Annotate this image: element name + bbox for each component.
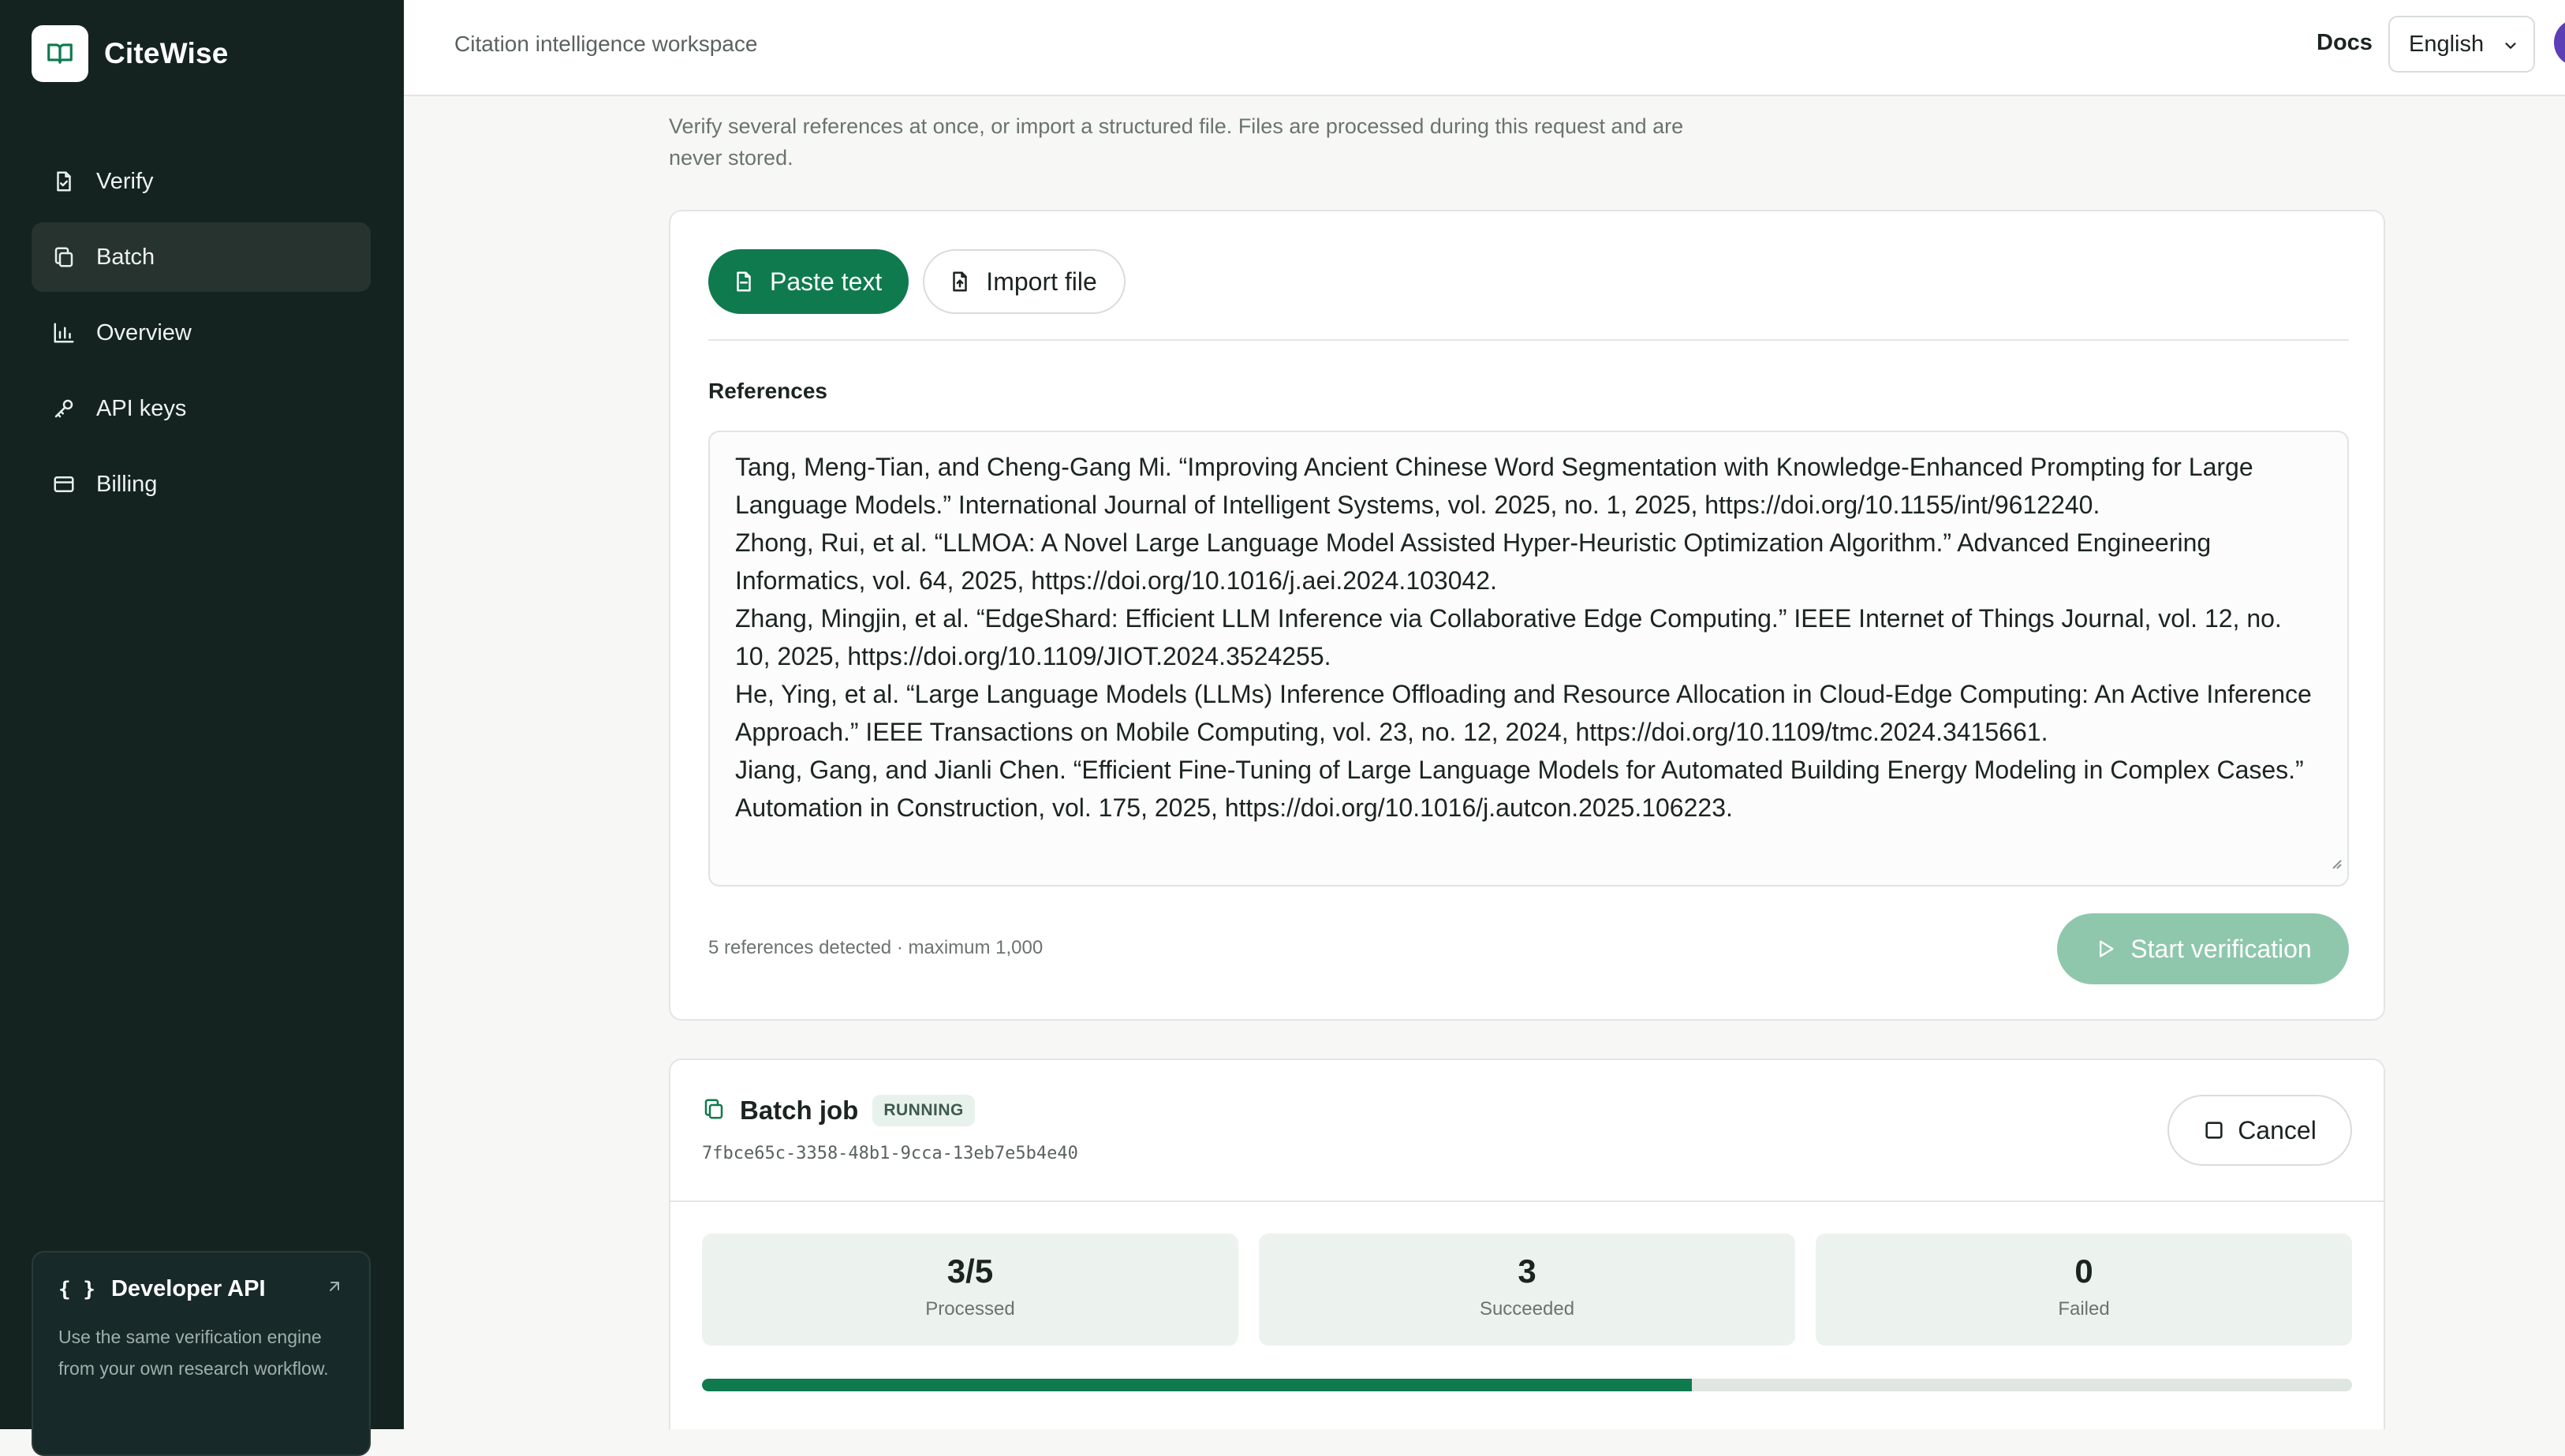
- copy-icon: [702, 1097, 726, 1125]
- stat-value: 3/5: [946, 1253, 994, 1290]
- tab-label: Paste text: [770, 267, 883, 296]
- progress-fill: [702, 1379, 1693, 1391]
- chevron-down-icon: [2502, 35, 2519, 61]
- sidebar: CiteWise Verify Batch Overview API keys: [0, 0, 404, 1456]
- language-value: English: [2409, 31, 2485, 57]
- key-icon: [50, 395, 77, 422]
- developer-api-card[interactable]: { } Developer API Use the same verificat…: [32, 1251, 371, 1456]
- references-label: References: [708, 379, 827, 403]
- sidebar-item-overview[interactable]: Overview: [32, 298, 371, 368]
- sidebar-item-label: Batch: [96, 244, 155, 270]
- credit-card-icon: [50, 471, 77, 498]
- job-header: Batch job RUNNING: [702, 1095, 975, 1126]
- stat-failed: 0 Failed: [1816, 1234, 2352, 1346]
- tab-paste-text[interactable]: Paste text: [708, 249, 909, 314]
- avatar[interactable]: [2554, 19, 2565, 66]
- progress-bar: [702, 1379, 2352, 1391]
- docs-link[interactable]: Docs: [2317, 30, 2373, 56]
- reference-line: He, Ying, et al. “Large Language Models …: [735, 680, 2312, 746]
- clipboard-icon: [732, 270, 756, 293]
- stat-value: 0: [2074, 1253, 2093, 1290]
- resize-handle-icon[interactable]: [2328, 842, 2343, 880]
- language-select[interactable]: English: [2388, 16, 2535, 73]
- sidebar-item-label: API keys: [96, 395, 187, 421]
- status-badge: RUNNING: [872, 1095, 975, 1126]
- batch-job-card: Batch job RUNNING 7fbce65c-3358-48b1-9cc…: [669, 1058, 2385, 1429]
- stat-value: 3: [1518, 1253, 1536, 1290]
- input-mode-tabs: Paste text Import file: [708, 249, 1140, 314]
- start-verification-button[interactable]: Start verification: [2057, 913, 2349, 984]
- stat-succeeded: 3 Succeeded: [1259, 1234, 1795, 1346]
- stat-label: Processed: [925, 1298, 1015, 1320]
- sidebar-item-batch[interactable]: Batch: [32, 222, 371, 292]
- workspace-title: Citation intelligence workspace: [454, 32, 758, 56]
- document-check-icon: [50, 168, 77, 195]
- sidebar-item-api-keys[interactable]: API keys: [32, 374, 371, 443]
- sidebar-item-label: Overview: [96, 319, 192, 345]
- job-id: 7fbce65c-3358-48b1-9cca-13eb7e5b4e40: [702, 1144, 1078, 1163]
- file-upload-icon: [948, 270, 972, 293]
- external-link-icon[interactable]: [325, 1277, 344, 1301]
- references-textarea[interactable]: Tang, Meng-Tian, and Cheng-Gang Mi. “Imp…: [708, 431, 2349, 887]
- stat-label: Failed: [2058, 1298, 2110, 1320]
- batch-input-card: Paste text Import file References Tang, …: [669, 210, 2385, 1021]
- bar-chart-icon: [50, 319, 77, 346]
- cancel-label: Cancel: [2238, 1115, 2317, 1144]
- stat-label: Succeeded: [1479, 1298, 1575, 1320]
- sidebar-item-verify[interactable]: Verify: [32, 147, 371, 216]
- stop-square-icon: [2203, 1119, 2225, 1141]
- sidebar-nav: Verify Batch Overview API keys Billing: [32, 147, 371, 525]
- copy-icon: [50, 244, 77, 271]
- reference-line: Tang, Meng-Tian, and Cheng-Gang Mi. “Imp…: [735, 453, 2253, 519]
- job-title: Batch job: [740, 1096, 859, 1125]
- brand[interactable]: CiteWise: [32, 25, 229, 82]
- page-subtitle: Verify several references at once, or im…: [669, 114, 1684, 170]
- developer-api-title: Developer API: [110, 1276, 266, 1301]
- divider: [670, 1200, 2384, 1202]
- sidebar-item-label: Verify: [96, 168, 154, 194]
- reference-line: Jiang, Gang, and Jianli Chen. “Efficient…: [735, 756, 2304, 822]
- tab-import-file[interactable]: Import file: [923, 249, 1126, 314]
- braces-icon: { }: [58, 1277, 95, 1301]
- start-verification-label: Start verification: [2130, 934, 2312, 963]
- stat-processed: 3/5 Processed: [702, 1234, 1238, 1346]
- brand-name: CiteWise: [104, 37, 229, 69]
- developer-api-description: Use the same verification engine from yo…: [58, 1327, 329, 1379]
- divider: [708, 339, 2349, 341]
- top-bar: Citation intelligence workspace Docs Eng…: [404, 0, 2565, 96]
- sidebar-item-label: Billing: [96, 471, 158, 497]
- cancel-button[interactable]: Cancel: [2167, 1095, 2352, 1166]
- sidebar-item-billing[interactable]: Billing: [32, 450, 371, 519]
- book-logo-icon: [32, 25, 88, 82]
- reference-line: Zhang, Mingjin, et al. “EdgeShard: Effic…: [735, 604, 2282, 670]
- tab-label: Import file: [986, 267, 1097, 296]
- reference-count-note: 5 references detected · maximum 1,000: [708, 937, 1044, 958]
- play-icon: [2094, 938, 2116, 960]
- reference-line: Zhong, Rui, et al. “LLMOA: A Novel Large…: [735, 528, 2212, 595]
